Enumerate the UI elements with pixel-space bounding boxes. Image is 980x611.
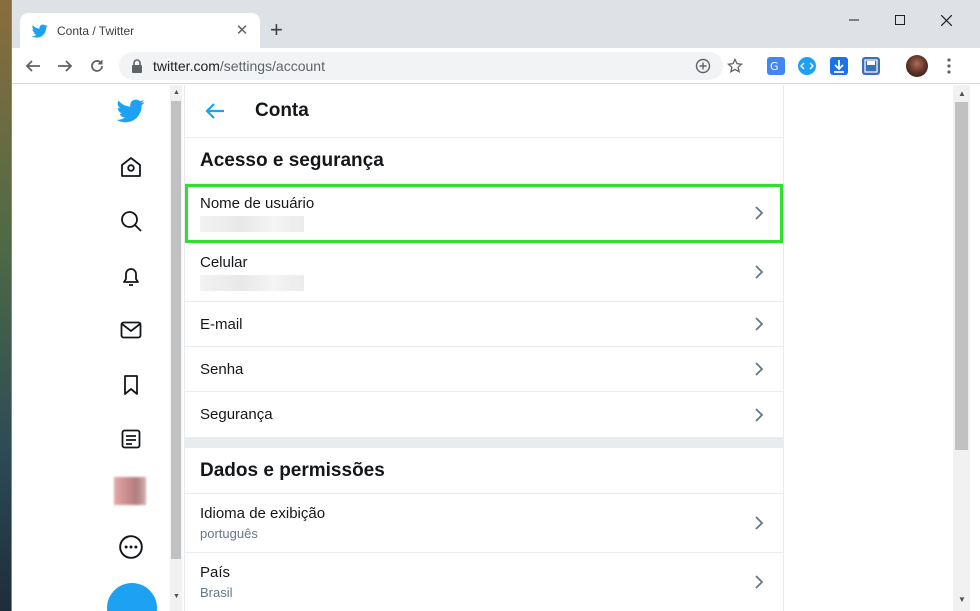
row-label: Nome de usuário <box>200 194 315 212</box>
chevron-right-icon <box>755 516 764 530</box>
code-extension-icon[interactable] <box>798 57 816 75</box>
browser-tab[interactable]: Conta / Twitter ✕ <box>20 13 260 48</box>
forward-button[interactable] <box>53 54 77 78</box>
svg-text:G: G <box>770 60 779 73</box>
back-arrow-icon <box>205 103 224 119</box>
twitter-page: ▲ ▼ Conta Acesso e segurança Nome de usu… <box>12 85 980 611</box>
bookmark-star-icon[interactable] <box>727 58 743 74</box>
tab-title: Conta / Twitter <box>57 23 135 38</box>
notifications-bell-icon[interactable] <box>117 262 145 290</box>
right-empty-pane <box>785 85 953 611</box>
tab-close-icon[interactable]: ✕ <box>234 22 250 39</box>
chevron-right-icon <box>755 575 764 589</box>
explore-search-icon[interactable] <box>117 207 145 235</box>
arrow-right-icon <box>58 60 73 72</box>
settings-row-phone[interactable]: Celular <box>185 243 783 302</box>
browser-toolbar: twitter.com/settings/account G <box>12 48 980 84</box>
tab-strip: Conta / Twitter ✕ + <box>12 0 980 48</box>
compose-tweet-button[interactable] <box>107 583 157 611</box>
add-circle-icon[interactable] <box>695 58 711 74</box>
settings-row-password[interactable]: Senha <box>185 347 783 392</box>
url-text: twitter.com/settings/account <box>153 58 325 74</box>
lock-icon <box>132 59 142 73</box>
back-arrow-button[interactable] <box>185 102 245 120</box>
twitter-logo-icon[interactable] <box>117 97 145 125</box>
chrome-menu-button[interactable] <box>943 57 955 75</box>
chevron-right-icon <box>755 317 764 331</box>
maximize-button[interactable] <box>877 8 923 32</box>
redacted-value <box>200 215 304 232</box>
home-icon[interactable] <box>117 153 145 181</box>
row-label: Celular <box>200 253 248 271</box>
back-button[interactable] <box>21 54 45 78</box>
row-label: Senha <box>200 360 244 378</box>
close-window-button[interactable] <box>923 8 969 32</box>
maximize-icon <box>895 15 905 25</box>
browser-window: Conta / Twitter ✕ + twitter.com/settings… <box>11 0 980 611</box>
settings-row-display-language[interactable]: Idioma de exibição português <box>185 494 783 553</box>
profile-avatar[interactable] <box>114 477 146 505</box>
row-value: Brasil <box>200 585 233 600</box>
row-label: País <box>200 564 231 581</box>
chevron-right-icon <box>755 407 764 422</box>
bookmarks-icon[interactable] <box>117 371 145 399</box>
settings-row-country[interactable]: País Brasil <box>185 553 783 611</box>
minimize-button[interactable] <box>831 8 877 32</box>
settings-row-security[interactable]: Segurança <box>185 392 783 438</box>
more-icon[interactable] <box>117 533 145 561</box>
section-title-data: Dados e permissões <box>185 448 783 494</box>
close-icon <box>940 14 952 26</box>
save-extension-icon[interactable] <box>862 57 880 75</box>
redacted-value <box>200 274 304 291</box>
sidebar-nav <box>12 85 167 611</box>
settings-main-column: Conta Acesso e segurança Nome de usuário… <box>184 85 784 611</box>
google-translate-extension-icon[interactable]: G <box>767 57 785 75</box>
row-label: Idioma de exibição <box>200 505 326 522</box>
more-vertical-icon <box>947 58 951 74</box>
page-title: Conta <box>255 100 309 121</box>
chevron-right-icon <box>755 265 764 279</box>
section-divider <box>185 438 783 448</box>
arrow-left-icon <box>25 60 40 72</box>
lists-icon[interactable] <box>117 425 145 453</box>
section-title-access: Acesso e segurança <box>185 138 783 184</box>
row-value: português <box>200 526 258 541</box>
scroll-up-arrow-icon[interactable]: ▲ <box>173 89 180 96</box>
chevron-right-icon <box>755 206 764 220</box>
reload-button[interactable] <box>85 54 109 78</box>
address-bar[interactable]: twitter.com/settings/account <box>119 52 723 80</box>
twitter-favicon-icon <box>32 23 48 39</box>
chevron-right-icon <box>755 362 764 376</box>
profile-avatar[interactable] <box>906 55 928 77</box>
minimize-icon <box>849 19 859 21</box>
scroll-down-arrow-icon[interactable]: ▼ <box>173 593 180 600</box>
row-label: Segurança <box>200 406 273 423</box>
settings-row-username[interactable]: Nome de usuário <box>185 184 783 243</box>
download-extension-icon[interactable] <box>830 57 848 75</box>
scroll-up-arrow-icon[interactable]: ▲ <box>958 89 966 98</box>
page-scrollbar[interactable]: ▲ ▼ <box>953 85 970 611</box>
settings-header: Conta <box>185 85 783 138</box>
new-tab-button[interactable]: + <box>270 19 283 41</box>
sidebar-scrollbar[interactable]: ▲ ▼ <box>170 85 182 611</box>
settings-row-email[interactable]: E-mail <box>185 302 783 347</box>
reload-icon <box>91 60 103 72</box>
row-label: E-mail <box>200 315 243 333</box>
scrollbar-thumb[interactable] <box>171 101 181 559</box>
scrollbar-thumb[interactable] <box>955 102 968 450</box>
scroll-down-arrow-icon[interactable]: ▼ <box>958 595 966 604</box>
messages-envelope-icon[interactable] <box>117 316 145 344</box>
